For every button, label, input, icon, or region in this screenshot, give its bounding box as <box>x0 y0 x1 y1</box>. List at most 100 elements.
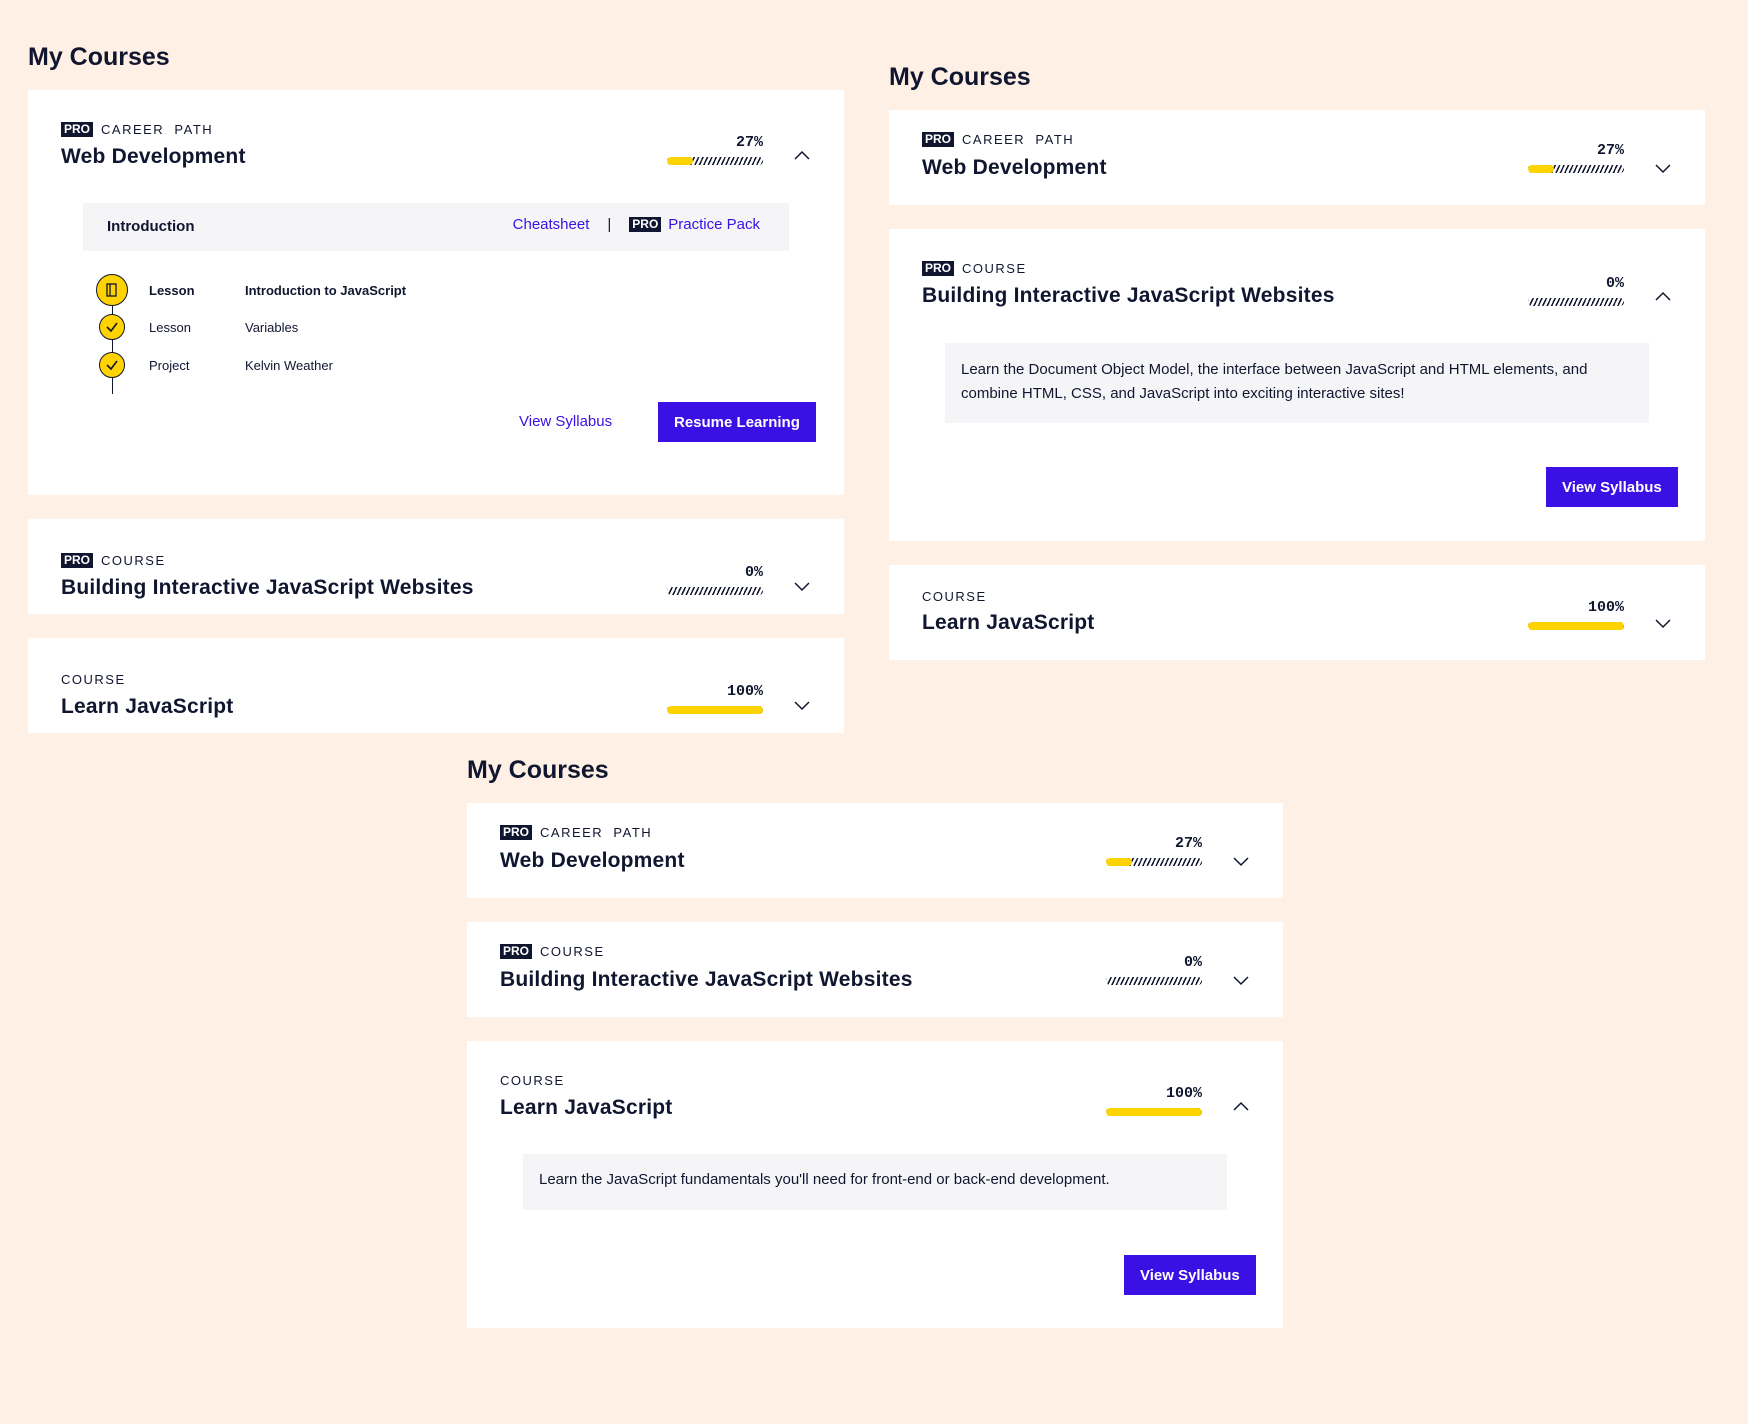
course-kind: CAREER PATH <box>101 122 214 137</box>
progress-indicator: 0% <box>1106 954 1202 985</box>
course-card-header[interactable]: PRO COURSE Building Interactive JavaScri… <box>467 922 1283 1017</box>
pro-badge: PRO <box>922 261 955 276</box>
progress-bar-fill <box>1528 622 1624 630</box>
course-card-web-development: PRO CAREER PATH Web Development 27% Intr… <box>28 90 844 495</box>
course-card-header[interactable]: PRO CAREER PATH Web Development 27% <box>467 803 1283 898</box>
link-separator: | <box>607 216 612 233</box>
course-card-header[interactable]: PRO COURSE Building Interactive JavaScri… <box>28 519 844 614</box>
course-description: Learn the JavaScript fundamentals you'll… <box>523 1154 1227 1210</box>
course-card-learn-javascript: COURSE Learn JavaScript 100% <box>889 565 1705 660</box>
chevron-down-icon[interactable] <box>794 697 810 713</box>
course-title: Building Interactive JavaScript Websites <box>61 576 474 599</box>
progress-bar-fill <box>667 157 693 165</box>
cheatsheet-link[interactable]: Cheatsheet <box>513 216 590 233</box>
my-courses-panel-c: My Courses PRO CAREER PATH Web Developme… <box>467 723 1283 1352</box>
chevron-down-icon[interactable] <box>794 578 810 594</box>
course-card-header[interactable]: PRO CAREER PATH Web Development 27% <box>889 110 1705 205</box>
course-card-building-interactive: PRO COURSE Building Interactive JavaScri… <box>467 922 1283 1017</box>
module-section: Introduction Cheatsheet | PRO Practice P… <box>83 203 789 423</box>
course-card-web-development: PRO CAREER PATH Web Development 27% <box>467 803 1283 898</box>
chevron-up-icon[interactable] <box>794 148 810 164</box>
progress-indicator: 27% <box>1106 835 1202 866</box>
my-courses-panel-a: My Courses PRO CAREER PATH Web Developme… <box>28 0 844 757</box>
lesson-name: Introduction to JavaScript <box>245 282 407 298</box>
chevron-down-icon[interactable] <box>1233 972 1249 988</box>
progress-value: 0% <box>744 564 763 581</box>
progress-indicator: 0% <box>667 564 763 595</box>
course-card-building-interactive: PRO COURSE Building Interactive JavaScri… <box>28 519 844 614</box>
progress-bar-fill <box>1528 165 1554 173</box>
course-card-learn-javascript: COURSE Learn JavaScript 100% Learn the J… <box>467 1041 1283 1328</box>
chevron-down-icon[interactable] <box>1655 160 1671 176</box>
progress-value: 27% <box>1596 142 1624 159</box>
progress-indicator: 100% <box>1106 1085 1202 1116</box>
progress-bar <box>667 157 763 165</box>
course-title: Web Development <box>500 849 685 872</box>
course-card-header[interactable]: COURSE Learn JavaScript 100% <box>28 638 844 733</box>
practice-pack-link[interactable]: Practice Pack <box>668 216 760 233</box>
lesson-type: Lesson <box>149 319 191 335</box>
lesson-timeline: Lesson Introduction to JavaScript Lesson… <box>83 273 789 423</box>
course-title: Learn JavaScript <box>922 611 1095 634</box>
progress-bar <box>1528 298 1624 306</box>
resume-learning-button[interactable]: Resume Learning <box>658 402 816 442</box>
page-title: My Courses <box>889 63 1031 91</box>
chevron-down-icon[interactable] <box>1233 853 1249 869</box>
course-title: Building Interactive JavaScript Websites <box>500 968 913 991</box>
course-card-header[interactable]: PRO COURSE Building Interactive JavaScri… <box>889 229 1705 344</box>
course-card-building-interactive: PRO COURSE Building Interactive JavaScri… <box>889 229 1705 541</box>
progress-indicator: 27% <box>667 134 763 165</box>
course-card-header[interactable]: COURSE Learn JavaScript 100% <box>467 1041 1283 1156</box>
progress-indicator: 27% <box>1528 142 1624 173</box>
progress-bar <box>1106 858 1202 866</box>
course-title: Learn JavaScript <box>61 695 234 718</box>
course-description: Learn the Document Object Model, the int… <box>945 343 1649 423</box>
chevron-up-icon[interactable] <box>1655 289 1671 305</box>
pro-badge: PRO <box>500 825 533 840</box>
course-title: Learn JavaScript <box>500 1096 673 1119</box>
course-kind: COURSE <box>540 944 605 959</box>
course-kind: COURSE <box>962 261 1027 276</box>
progress-bar-fill <box>1106 858 1132 866</box>
course-card-web-development: PRO CAREER PATH Web Development 27% <box>889 110 1705 205</box>
progress-value: 0% <box>1605 275 1624 292</box>
pro-badge: PRO <box>500 944 533 959</box>
module-header: Introduction Cheatsheet | PRO Practice P… <box>83 203 789 251</box>
view-syllabus-button[interactable]: View Syllabus <box>1124 1255 1256 1295</box>
check-icon <box>99 314 125 340</box>
progress-bar-fill <box>667 706 763 714</box>
course-title: Web Development <box>922 156 1107 179</box>
progress-value: 0% <box>1183 954 1202 971</box>
page-title: My Courses <box>467 756 609 784</box>
lesson-name: Variables <box>245 319 299 335</box>
course-kind: COURSE <box>101 553 166 568</box>
progress-bar <box>667 706 763 714</box>
course-kind: COURSE <box>500 1073 565 1088</box>
pro-badge: PRO <box>629 217 662 232</box>
course-kind: COURSE <box>61 672 126 687</box>
progress-bar <box>667 587 763 595</box>
progress-indicator: 100% <box>1528 599 1624 630</box>
card-actions: View Syllabus Resume Learning <box>28 402 844 493</box>
page-title: My Courses <box>28 43 170 71</box>
course-kind: CAREER PATH <box>962 132 1075 147</box>
lesson-type: Lesson <box>149 282 195 298</box>
my-courses-panel-b: My Courses PRO CAREER PATH Web Developme… <box>889 20 1705 684</box>
progress-bar <box>1528 165 1624 173</box>
pro-badge: PRO <box>61 122 94 137</box>
course-kind: CAREER PATH <box>540 825 653 840</box>
course-card-header[interactable]: PRO CAREER PATH Web Development 27% <box>28 90 844 205</box>
view-syllabus-button[interactable]: View Syllabus <box>1546 467 1678 507</box>
course-card-learn-javascript: COURSE Learn JavaScript 100% <box>28 638 844 733</box>
progress-value: 100% <box>1165 1085 1202 1102</box>
course-card-header[interactable]: COURSE Learn JavaScript 100% <box>889 565 1705 660</box>
progress-indicator: 0% <box>1528 275 1624 306</box>
view-syllabus-button[interactable]: View Syllabus <box>519 413 612 430</box>
chevron-down-icon[interactable] <box>1655 615 1671 631</box>
progress-indicator: 100% <box>667 683 763 714</box>
chevron-up-icon[interactable] <box>1233 1099 1249 1115</box>
lesson-type: Project <box>149 357 190 373</box>
pro-badge: PRO <box>61 553 94 568</box>
progress-value: 100% <box>726 683 763 700</box>
progress-value: 27% <box>735 134 763 151</box>
